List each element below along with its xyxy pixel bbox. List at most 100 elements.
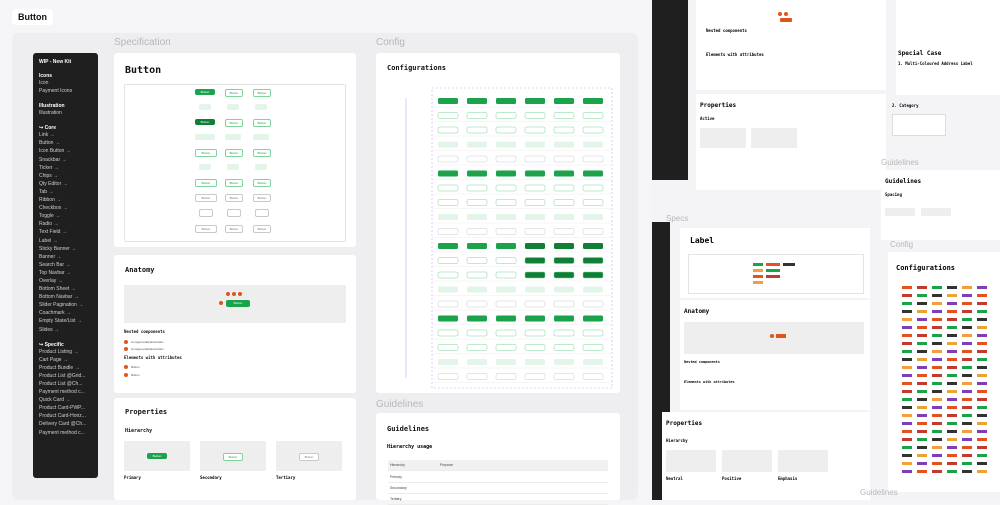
config-label-sample [947, 422, 957, 425]
button-sample[interactable]: Button [195, 179, 217, 187]
anatomy-card: Anatomy Button Nested components icon/ge… [114, 255, 356, 393]
button-sample[interactable]: Button [253, 89, 271, 97]
config-button-sample [525, 359, 545, 365]
config-button-sample [583, 214, 603, 220]
sidebar-item-product-bundle[interactable]: Product Bundle → [33, 364, 98, 372]
sidebar-item-link[interactable]: Link → [33, 131, 98, 139]
label-showcase-frame [688, 254, 864, 294]
button-sample[interactable]: Button [253, 225, 271, 233]
config-label-sample [947, 326, 957, 329]
sidebar-item-product-card-pwp[interactable]: Product Card-PWP... [33, 404, 98, 412]
sidebar-item-bottom-sheet[interactable]: Bottom Sheet → [33, 285, 98, 293]
sidebar-item-qty-editor[interactable]: Qty Editor → [33, 180, 98, 188]
label-sample [776, 334, 786, 338]
sidebar-item-illustration[interactable]: Illustration [33, 109, 98, 117]
sidebar-item-banner[interactable]: Banner → [33, 253, 98, 261]
sidebar-item-radio[interactable]: Radio → [33, 220, 98, 228]
sidebar-item-sticky-banner[interactable]: Sticky Banner → [33, 245, 98, 253]
button-sample[interactable]: Button [195, 225, 217, 233]
button-sample[interactable]: Button [253, 149, 271, 157]
button-sample[interactable]: Button [253, 119, 271, 127]
sidebar-item-product-card-horiz[interactable]: Product Card-Horiz... [33, 412, 98, 420]
sidebar-item-bottom-navbar[interactable]: Bottom Navbar → [33, 293, 98, 301]
sidebar-item-product-list-grid[interactable]: Product List @Grid... [33, 372, 98, 380]
config-label-sample [932, 302, 942, 305]
sidebar-item-delivery-card[interactable]: Delivery Card @Ch... [33, 420, 98, 428]
config-label-sample [917, 294, 927, 297]
sidebar-item-ticker[interactable]: Ticker → [33, 164, 98, 172]
config-button-sample [438, 315, 458, 322]
sidebar-item-button[interactable]: Button → [33, 139, 98, 147]
hierarchy-preview-neutral [666, 450, 716, 472]
config-button-sample [554, 286, 574, 293]
sidebar-item-icon[interactable]: Icon [33, 79, 98, 87]
config-label-sample [947, 310, 957, 313]
frame-name-tag[interactable]: Button [12, 9, 53, 25]
button-pressed-sample[interactable]: Button [195, 119, 215, 125]
config-button-sample [583, 170, 603, 177]
config-label-sample [902, 382, 912, 385]
config-label-sample [902, 318, 912, 321]
config-label-sample [977, 302, 987, 305]
sidebar-item-label[interactable]: Label → [33, 237, 98, 245]
sidebar-item-cart-page[interactable]: Cart Page → [33, 356, 98, 364]
config-label-sample [917, 462, 927, 465]
sidebar-item-chips[interactable]: Chips → [33, 172, 98, 180]
config-label-sample [947, 406, 957, 409]
config-button-sample [495, 199, 517, 206]
button-sample[interactable]: Button [253, 194, 271, 202]
config-button-sample [553, 257, 575, 264]
button-sample[interactable]: Button [253, 179, 271, 187]
section-label-guidelines: Guidelines [881, 158, 919, 167]
config-label-sample [902, 462, 912, 465]
sidebar-item-text-field[interactable]: Text Field → [33, 228, 98, 236]
nested-components-heading: Nested components [706, 28, 747, 33]
sidebar-item-ribbon[interactable]: Ribbon → [33, 196, 98, 204]
config-button-sample [582, 155, 604, 163]
config-label-sample [962, 398, 972, 401]
button-sample[interactable]: Button [225, 194, 243, 202]
elements-with-attributes-heading: Elements with attributes [124, 355, 182, 360]
sidebar-item-icon-button[interactable]: Icon Button → [33, 147, 98, 155]
button-sample[interactable]: Button [225, 179, 243, 187]
sidebar-item-product-listing[interactable]: Product Listing → [33, 348, 98, 356]
sidebar-item-payment-method-2[interactable]: Payment method c... [33, 429, 98, 437]
sidebar-item-snackbar[interactable]: Snackbar → [33, 156, 98, 164]
config-button-sample [524, 329, 546, 337]
sidebar-item-slider-pagination[interactable]: Slider Pagination → [33, 301, 98, 309]
config-label-sample [917, 430, 927, 433]
sidebar-item-checkbox[interactable]: Checkbox → [33, 204, 98, 212]
sidebar-item-slides[interactable]: Slides → [33, 326, 98, 334]
config-button-sample [466, 112, 488, 119]
sidebar-item-tab[interactable]: Tab → [33, 188, 98, 196]
sidebar-item-top-navbar[interactable]: Top Navbar → [33, 269, 98, 277]
button-sample[interactable]: Button [225, 89, 243, 97]
sidebar-item-quick-card[interactable]: Quick Card → [33, 396, 98, 404]
variant-button: Button [299, 453, 319, 461]
anatomy-marker-dot [238, 292, 242, 296]
config-button-sample [466, 344, 488, 351]
config-label-sample [947, 350, 957, 353]
button-sample[interactable]: Button [225, 149, 243, 157]
config-button-sample [438, 141, 458, 148]
button-sample[interactable]: Button [225, 119, 243, 127]
properties-title: Properties [666, 420, 703, 427]
sidebar-item-overlay[interactable]: Overlay → [33, 277, 98, 285]
button-sample[interactable]: Button [225, 225, 243, 233]
sidebar-item-product-list-ch[interactable]: Product List @Ch... [33, 380, 98, 388]
button-sample[interactable]: Button [195, 89, 215, 95]
sidebar-item-search-bar[interactable]: Search Bar → [33, 261, 98, 269]
sidebar-item-payment-icons[interactable]: Payment Icons [33, 87, 98, 95]
config-label-sample [947, 334, 957, 337]
button-sample[interactable]: Button [195, 149, 217, 157]
config-label-sample [902, 374, 912, 377]
sidebar-item-payment-method[interactable]: Payment method c... [33, 388, 98, 396]
sidebar-item-empty-state[interactable]: Empty State/List → [33, 317, 98, 325]
sidebar-item-toggle[interactable]: Toggle → [33, 212, 98, 220]
sidebar-item-coachmark[interactable]: Coachmark → [33, 309, 98, 317]
config-button-sample [583, 243, 603, 249]
config-label-sample [902, 470, 912, 473]
config-button-sample [437, 344, 459, 351]
button-sample[interactable]: Button [195, 194, 217, 202]
config-label-sample [962, 382, 972, 385]
